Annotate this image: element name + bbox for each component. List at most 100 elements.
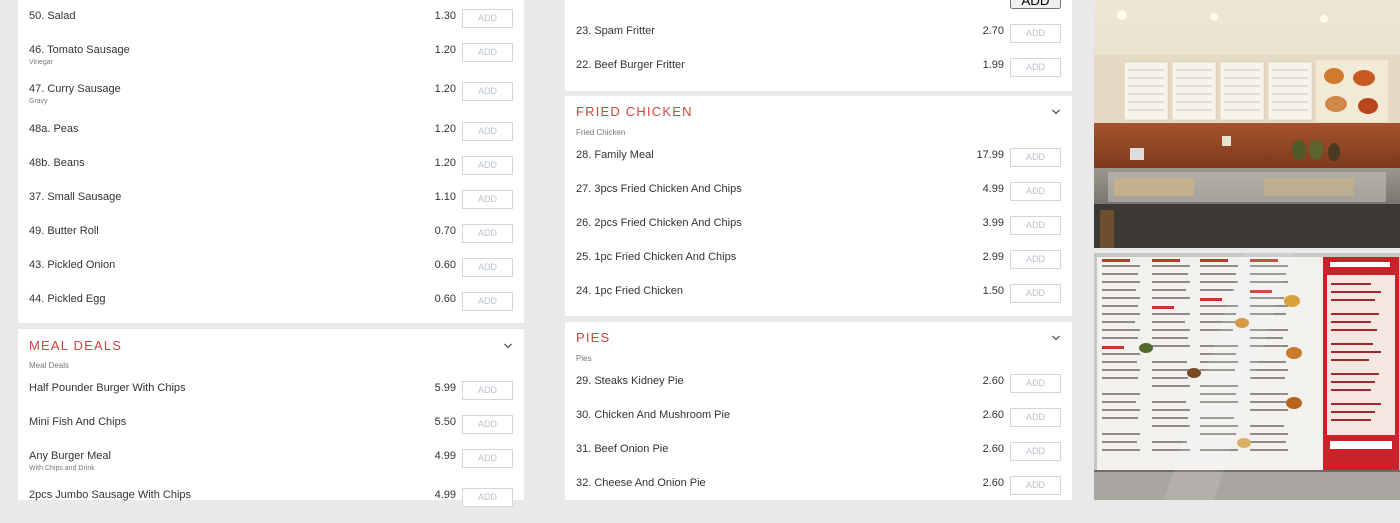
add-button[interactable]: ADD [1010, 374, 1061, 393]
menu-column-center: ADD 23. Spam Fritter 2.70 ADD 22. Beef B… [565, 0, 1072, 500]
item-name: 47. Curry Sausage [29, 83, 121, 95]
menu-item: 24. 1pc Fried Chicken 1.50 ADD [565, 284, 1072, 319]
item-price: 1.20 [434, 44, 456, 56]
item-name: 49. Butter Roll [29, 225, 99, 237]
add-button[interactable]: ADD [462, 122, 513, 141]
item-price: 2.70 [982, 25, 1004, 37]
item-name: 48a. Peas [29, 123, 79, 135]
item-price: 1.20 [434, 157, 456, 169]
item-price: 1.30 [434, 10, 456, 22]
item-name: 29. Steaks Kidney Pie [576, 375, 684, 387]
item-name: 46. Tomato Sausage [29, 44, 130, 56]
item-name: 50. Salad [29, 10, 76, 22]
add-button[interactable]: ADD [462, 9, 513, 28]
menu-board-photo[interactable] [1094, 253, 1400, 500]
add-button[interactable]: ADD [1010, 408, 1061, 427]
item-name: 30. Chicken And Mushroom Pie [576, 409, 731, 421]
item-price: 1.20 [434, 83, 456, 95]
menu-item: 43. Pickled Onion 0.60 ADD [18, 258, 524, 293]
add-button[interactable]: ADD [462, 82, 513, 101]
menu-item: 23. Spam Fritter 2.70 ADD [565, 24, 1072, 59]
item-price: 2.60 [982, 409, 1004, 421]
section-title: Fried Chicken [576, 104, 693, 119]
add-button[interactable]: ADD [1010, 182, 1061, 201]
add-button[interactable]: ADD [1010, 148, 1061, 167]
add-button[interactable]: ADD [1010, 0, 1061, 9]
add-button[interactable]: ADD [1010, 476, 1061, 495]
item-price: 3.99 [982, 217, 1004, 229]
add-button[interactable]: ADD [1010, 250, 1061, 269]
add-button[interactable]: ADD [1010, 442, 1061, 461]
fritters-card: ADD 23. Spam Fritter 2.70 ADD 22. Beef B… [565, 0, 1072, 91]
item-price: 5.50 [434, 416, 456, 428]
menu-item: 48a. Peas 1.20 ADD [18, 122, 524, 157]
section-title: Meal Deals [29, 338, 123, 353]
menu-item: 48b. Beans 1.20 ADD [18, 156, 524, 191]
item-name: 43. Pickled Onion [29, 259, 116, 271]
item-price: 4.99 [434, 450, 456, 462]
add-button[interactable]: ADD [462, 488, 513, 507]
item-price: 2.60 [982, 443, 1004, 455]
item-price: 5.99 [434, 382, 456, 394]
item-price: 17.99 [976, 149, 1004, 161]
section-title: Pies [576, 330, 611, 345]
item-name: 22. Beef Burger Fritter [576, 59, 685, 71]
add-button[interactable]: ADD [462, 43, 513, 62]
item-name: 37. Small Sausage [29, 191, 122, 203]
add-button[interactable]: ADD [462, 449, 513, 468]
menu-item: 2pcs Jumbo Sausage With Chips 4.99 ADD [18, 488, 524, 523]
section-subtitle: Meal Deals [29, 361, 70, 370]
item-price: 2.60 [982, 375, 1004, 387]
item-name: 2pcs Jumbo Sausage With Chips [29, 489, 192, 501]
menu-item: Any Burger Meal With Chips and Drink 4.9… [18, 449, 524, 484]
menu-item: 29. Steaks Kidney Pie 2.60 ADD [565, 374, 1072, 409]
add-button[interactable]: ADD [462, 156, 513, 175]
menu-item: 26. 2pcs Fried Chicken And Chips 3.99 AD… [565, 216, 1072, 251]
menu-item: 28. Family Meal 17.99 ADD [565, 148, 1072, 183]
item-name: Mini Fish And Chips [29, 416, 127, 428]
chevron-down-icon[interactable] [1051, 334, 1061, 342]
item-price: 0.60 [434, 259, 456, 271]
item-name: 44. Pickled Egg [29, 293, 106, 305]
menu-item: 30. Chicken And Mushroom Pie 2.60 ADD [565, 408, 1072, 443]
chevron-down-icon[interactable] [1051, 108, 1061, 116]
menu-item: Mini Fish And Chips 5.50 ADD [18, 415, 524, 450]
section-subtitle: Fried Chicken [576, 128, 626, 137]
item-price: 4.99 [982, 183, 1004, 195]
add-button[interactable]: ADD [1010, 284, 1061, 303]
menu-item: 31. Beef Onion Pie 2.60 ADD [565, 442, 1072, 477]
item-name: 28. Family Meal [576, 149, 654, 161]
item-description: With Chips and Drink [29, 465, 95, 472]
item-description: Gravy [29, 98, 48, 105]
meal-deals-section: Meal Deals Meal Deals Half Pounder Burge… [18, 329, 524, 507]
item-name: Half Pounder Burger With Chips [29, 382, 186, 394]
add-button[interactable]: ADD [1010, 216, 1061, 235]
add-button[interactable]: ADD [462, 190, 513, 209]
item-name: 25. 1pc Fried Chicken And Chips [576, 251, 737, 263]
item-price: 2.99 [982, 251, 1004, 263]
pies-section: Pies Pies 29. Steaks Kidney Pie 2.60 ADD… [565, 322, 1072, 500]
menu-item: 46. Tomato Sausage Vinegar 1.20 ADD [18, 43, 524, 78]
menu-item: 37. Small Sausage 1.10 ADD [18, 190, 524, 225]
menu-item: 44. Pickled Egg 0.60 ADD [18, 292, 524, 327]
item-name: 26. 2pcs Fried Chicken And Chips [576, 217, 742, 229]
fried-chicken-section: Fried Chicken Fried Chicken 28. Family M… [565, 96, 1072, 316]
add-button[interactable]: ADD [462, 224, 513, 243]
item-name: 32. Cheese And Onion Pie [576, 477, 706, 489]
add-button[interactable]: ADD [462, 415, 513, 434]
item-price: 1.50 [982, 285, 1004, 297]
item-description: Vinegar [29, 59, 54, 66]
item-price: 1.20 [434, 123, 456, 135]
add-button[interactable]: ADD [1010, 58, 1061, 77]
item-name: 48b. Beans [29, 157, 85, 169]
add-button[interactable]: ADD [462, 381, 513, 400]
item-price: 0.60 [434, 293, 456, 305]
add-button[interactable]: ADD [462, 258, 513, 277]
menu-item: 32. Cheese And Onion Pie 2.60 ADD [565, 476, 1072, 511]
menu-column-left: 50. Salad 1.30 ADD 46. Tomato Sausage Vi… [18, 0, 524, 507]
add-button[interactable]: ADD [1010, 24, 1061, 43]
chevron-down-icon[interactable] [503, 342, 513, 350]
add-button[interactable]: ADD [462, 292, 513, 311]
item-name: Any Burger Meal [29, 450, 111, 462]
restaurant-counter-photo[interactable] [1094, 0, 1400, 248]
